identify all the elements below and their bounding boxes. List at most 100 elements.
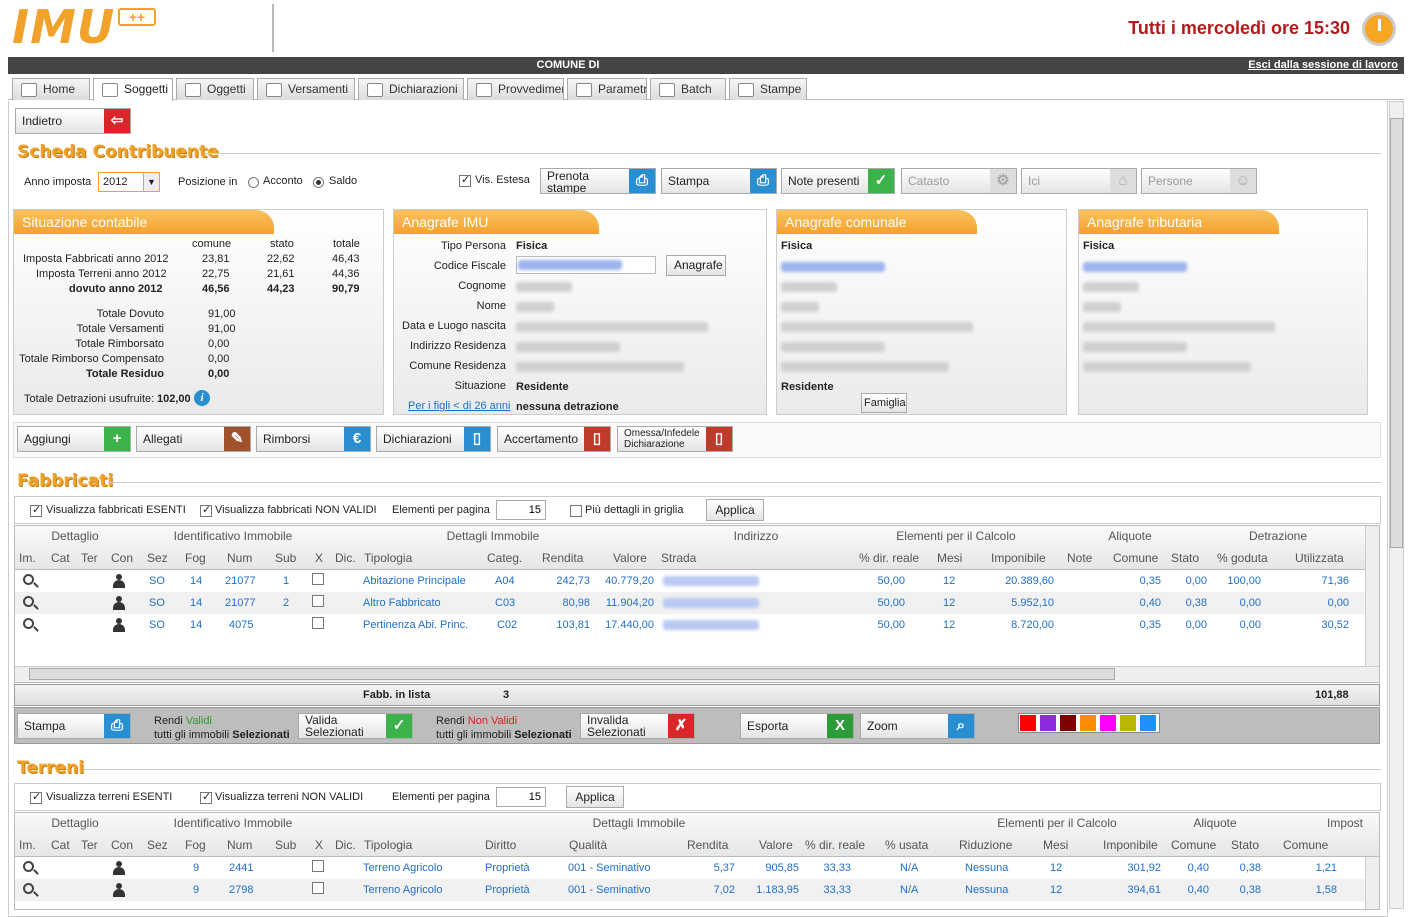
magnifier-icon[interactable] <box>23 596 34 607</box>
column-header[interactable]: Comune <box>1171 838 1216 852</box>
prenota-stampe-button[interactable]: Prenota stampe ⎙ <box>540 168 656 194</box>
row-select-checkbox[interactable] <box>312 617 324 629</box>
column-header[interactable]: Stato <box>1171 551 1199 565</box>
column-header[interactable]: Sub <box>275 551 296 565</box>
acconto-radio[interactable] <box>248 177 259 188</box>
column-header[interactable]: Categ. <box>487 551 522 565</box>
column-header[interactable]: Cat <box>51 838 70 852</box>
column-header[interactable]: Tipologia <box>364 838 412 852</box>
column-header[interactable]: Ter <box>81 551 98 565</box>
terreni-applica-button[interactable]: Applica <box>566 786 624 808</box>
piu-dettagli-checkbox[interactable] <box>570 505 582 517</box>
omessa-button[interactable]: Omessa/Infedele Dichiarazione ▯ <box>617 426 733 452</box>
column-header[interactable]: Rendita <box>687 838 728 852</box>
stampa-button[interactable]: Stampa ⎙ <box>661 168 777 194</box>
grid-hscroll-thumb[interactable] <box>29 668 1115 680</box>
column-header[interactable]: Stato <box>1231 838 1259 852</box>
column-header[interactable]: Fog <box>185 838 206 852</box>
column-header[interactable]: Strada <box>661 551 696 565</box>
note-presenti-button[interactable]: Note presenti ✓ <box>781 168 895 194</box>
ici-button[interactable]: Ici ⌂ <box>1021 168 1137 194</box>
column-header[interactable]: Valore <box>759 838 793 852</box>
person-icon[interactable] <box>112 861 126 875</box>
logout-link[interactable]: Esci dalla sessione di lavoro <box>1248 59 1398 71</box>
column-header[interactable]: Dic. <box>335 551 356 565</box>
column-header[interactable]: Con <box>111 838 133 852</box>
color-swatch[interactable] <box>1059 714 1077 732</box>
esporta-button[interactable]: Esporta X <box>740 713 854 739</box>
column-header[interactable]: Im. <box>19 551 36 565</box>
column-header[interactable]: % usata <box>885 838 928 852</box>
anno-select[interactable]: 2012 ▼ <box>98 172 160 192</box>
allegati-button[interactable]: Allegati ✎ <box>136 426 251 452</box>
fabbricati-esenti-checkbox[interactable] <box>30 503 42 517</box>
column-header[interactable]: % goduta <box>1217 551 1268 565</box>
column-header[interactable]: Dic. <box>335 838 356 852</box>
column-header[interactable]: Con <box>111 551 133 565</box>
column-header[interactable]: Sez <box>147 838 168 852</box>
person-icon[interactable] <box>112 596 126 610</box>
fabbricati-stampa-button[interactable]: Stampa ⎙ <box>17 713 131 739</box>
saldo-radio[interactable] <box>313 177 324 188</box>
zoom-button[interactable]: Zoom ⌕ <box>860 713 975 739</box>
person-icon[interactable] <box>112 883 126 897</box>
column-header[interactable]: % dir. reale <box>859 551 919 565</box>
rimborsi-button[interactable]: Rimborsi € <box>256 426 371 452</box>
tab-stampe[interactable]: Stampe <box>729 78 807 100</box>
grid-vscroll[interactable] <box>1365 857 1379 909</box>
column-header[interactable]: Note <box>1067 551 1092 565</box>
figli-link[interactable]: Per i figli < di 26 anni <box>408 400 510 412</box>
terreni-esenti-checkbox[interactable] <box>30 790 42 804</box>
column-header[interactable]: X <box>315 551 323 565</box>
color-swatch[interactable] <box>1079 714 1097 732</box>
tab-home[interactable]: Home <box>12 78 90 100</box>
grid-vscroll[interactable] <box>1365 526 1379 666</box>
column-header[interactable]: Num <box>227 838 252 852</box>
magnifier-icon[interactable] <box>23 883 34 894</box>
tab-batch[interactable]: Batch <box>650 78 726 100</box>
magnifier-icon[interactable] <box>23 618 34 629</box>
tab-dichiarazioni[interactable]: Dichiarazioni <box>358 78 464 100</box>
column-header[interactable]: Im. <box>19 838 36 852</box>
column-header[interactable]: Qualità <box>569 838 607 852</box>
column-header[interactable]: Imponibile <box>991 551 1046 565</box>
column-header[interactable]: Fog <box>185 551 206 565</box>
page-scrollbar-thumb[interactable] <box>1390 118 1403 548</box>
column-header[interactable]: X <box>315 838 323 852</box>
tab-oggetti[interactable]: Oggetti <box>176 78 254 100</box>
column-header[interactable]: Mesi <box>937 551 962 565</box>
column-header[interactable]: Num <box>227 551 252 565</box>
column-header[interactable]: Sub <box>275 838 296 852</box>
vis-estesa-checkbox[interactable] <box>459 173 471 187</box>
valida-selezionati-button[interactable]: Valida Selezionati ✓ <box>298 713 413 739</box>
terreni-per-pagina-input[interactable] <box>496 787 546 807</box>
row-select-checkbox[interactable] <box>312 595 324 607</box>
color-swatch[interactable] <box>1039 714 1057 732</box>
column-header[interactable]: Sez <box>147 551 168 565</box>
aggiungi-button[interactable]: Aggiungi + <box>17 426 131 452</box>
person-icon[interactable] <box>112 618 126 632</box>
accertamento-button[interactable]: Accertamento ▯ <box>497 426 611 452</box>
column-header[interactable]: Diritto <box>485 838 516 852</box>
color-swatch[interactable] <box>1099 714 1117 732</box>
column-header[interactable]: Comune <box>1113 551 1158 565</box>
back-button[interactable]: Indietro ⇦ <box>15 108 131 134</box>
column-header[interactable]: Cat <box>51 551 70 565</box>
fabbricati-applica-button[interactable]: Applica <box>706 499 764 521</box>
famiglia-button[interactable]: Famiglia <box>861 393 907 413</box>
color-swatch[interactable] <box>1019 714 1037 732</box>
column-header[interactable]: Utilizzata <box>1295 551 1344 565</box>
fabbricati-per-pagina-input[interactable] <box>496 500 546 520</box>
color-swatch[interactable] <box>1139 714 1157 732</box>
row-select-checkbox[interactable] <box>312 573 324 585</box>
fabbricati-nonvalidi-checkbox[interactable] <box>200 503 212 517</box>
anagrafe-button[interactable]: Anagrafe <box>666 255 726 276</box>
column-header[interactable]: Rendita <box>542 551 583 565</box>
persone-button[interactable]: Persone ☺ <box>1141 168 1257 194</box>
tab-versamenti[interactable]: Versamenti <box>257 78 355 100</box>
column-header[interactable]: % dir. reale <box>805 838 865 852</box>
row-select-checkbox[interactable] <box>312 882 324 894</box>
terreni-nonvalidi-checkbox[interactable] <box>200 790 212 804</box>
tab-soggetti[interactable]: Soggetti <box>93 78 173 101</box>
column-header[interactable]: Imponibile <box>1103 838 1158 852</box>
